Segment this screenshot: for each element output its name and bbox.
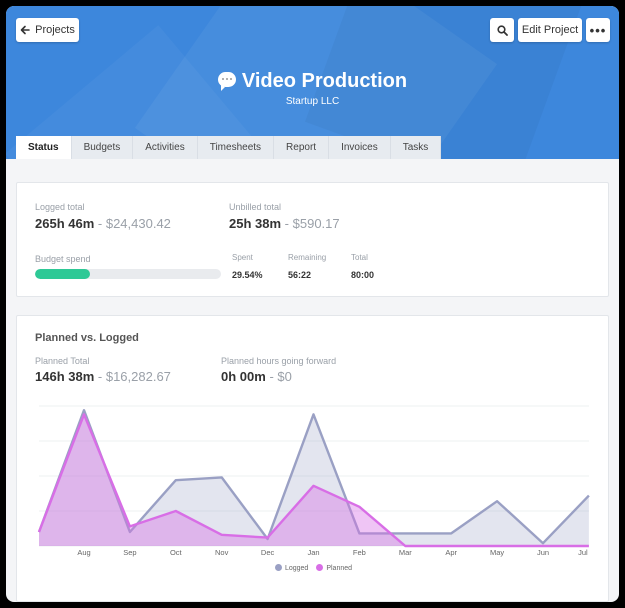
logged-total-label: Logged total: [35, 202, 85, 212]
project-title-block: Video Production Startup LLC: [6, 70, 619, 107]
spent-label: Spent: [232, 253, 253, 262]
search-button[interactable]: [490, 18, 514, 42]
x-tick-apr: Apr: [445, 548, 457, 557]
speech-bubble-icon: [217, 72, 236, 91]
tab-tasks[interactable]: Tasks: [390, 136, 442, 159]
x-tick-dec: Dec: [261, 548, 275, 557]
spent-value: 29.54%: [232, 270, 263, 280]
client-name: Startup LLC: [285, 96, 340, 107]
planned-vs-logged-chart: Aug Sep Oct Nov Dec Jan Feb Mar Apr May Jun Jul: [37, 405, 590, 557]
edit-project-button[interactable]: Edit Project: [518, 18, 582, 42]
project-name: Video Production: [241, 70, 408, 92]
legend-logged-label: Logged: [284, 565, 309, 572]
remaining-value: 56:22: [288, 270, 312, 280]
unbilled-total-label: Unbilled total: [229, 202, 282, 212]
total-value: 80:00: [351, 270, 375, 280]
project-tabs: Status Budgets Activities Timesheets Rep…: [16, 136, 442, 159]
logged-hours: 265h 46m: [35, 216, 95, 231]
tab-timesheets[interactable]: Timesheets: [197, 136, 275, 159]
tab-budgets[interactable]: Budgets: [71, 136, 134, 159]
project-header: Projects Edit Project ••• Video Producti…: [6, 6, 619, 159]
app-window: Projects Edit Project ••• Video Producti…: [6, 6, 619, 602]
unbilled-hours: 25h 38m: [229, 216, 282, 231]
x-tick-jul: Jul: [578, 548, 588, 557]
legend-planned-label: Planned: [326, 565, 353, 572]
x-tick-feb: Feb: [353, 548, 366, 557]
legend-item-planned[interactable]: Planned: [316, 564, 352, 572]
tab-report[interactable]: Report: [274, 136, 330, 159]
arrow-left-icon: [20, 25, 30, 35]
back-button-label: Projects: [35, 24, 75, 36]
budget-spend-label: Budget spend: [35, 254, 91, 264]
legend-item-logged[interactable]: Logged: [274, 564, 309, 572]
planned-vs-logged-card: Planned vs. Logged Planned Total 146h 38…: [16, 315, 609, 602]
tab-activities[interactable]: Activities: [133, 136, 198, 159]
x-tick-aug: Aug: [77, 548, 90, 557]
remaining-label: Remaining: [288, 253, 327, 262]
unbilled-total-value: 25h 38m - $590.17: [229, 216, 340, 231]
x-tick-nov: Nov: [215, 548, 229, 557]
x-tick-sep: Sep: [123, 548, 136, 557]
summary-card: Logged total 265h 46m - $24,430.42 Unbil…: [16, 182, 609, 297]
search-icon: [496, 24, 508, 36]
more-options-button[interactable]: •••: [586, 18, 610, 42]
budget-progress-bar: [35, 269, 221, 279]
budget-progress-fill: [35, 269, 90, 279]
x-tick-may: May: [490, 548, 504, 557]
x-tick-jun: Jun: [537, 548, 549, 557]
tab-invoices[interactable]: Invoices: [329, 136, 391, 159]
x-tick-jan: Jan: [307, 548, 319, 557]
page-title: Video Production: [217, 70, 408, 93]
logged-total-value: 265h 46m - $24,430.42: [35, 216, 171, 231]
total-label: Total: [351, 253, 368, 262]
back-to-projects-button[interactable]: Projects: [16, 18, 79, 42]
logged-amount: $24,430.42: [105, 216, 171, 231]
chart-legend: Logged Planned: [17, 564, 610, 572]
tab-status[interactable]: Status: [16, 136, 72, 159]
unbilled-amount: $590.17: [292, 216, 340, 231]
x-tick-oct: Oct: [170, 548, 183, 557]
x-tick-mar: Mar: [399, 548, 412, 557]
